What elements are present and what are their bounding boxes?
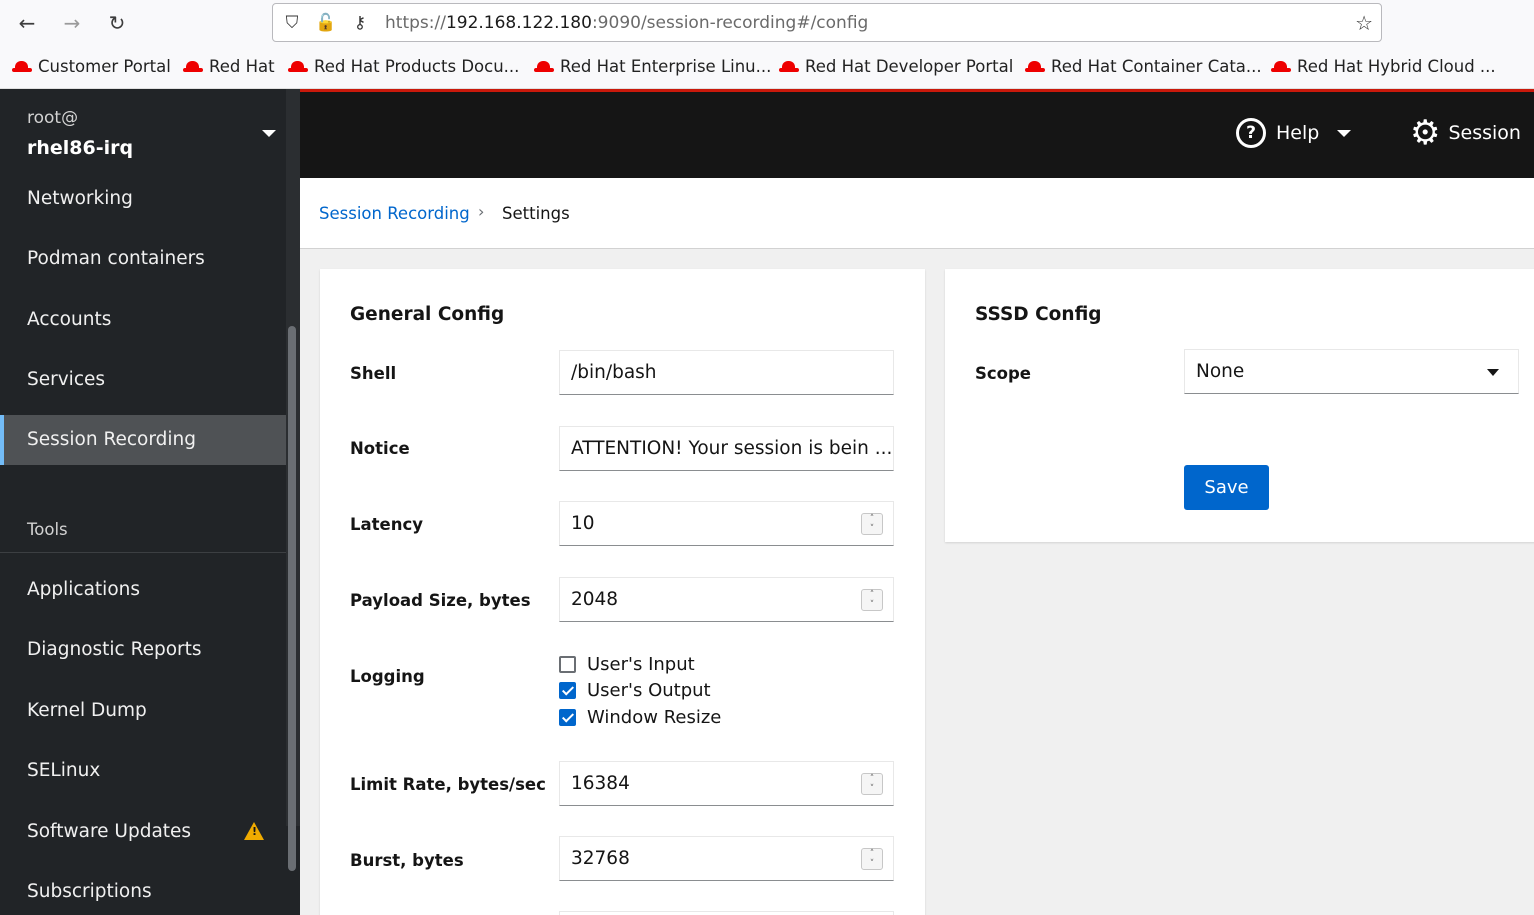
shell-input[interactable]: /bin/bash — [559, 350, 894, 395]
card-title: General Config — [350, 304, 505, 325]
url-text[interactable]: https://192.168.122.180:9090/session-rec… — [385, 13, 868, 33]
caret-down-icon[interactable] — [262, 130, 276, 137]
sidebar-item-applications[interactable]: Applications — [0, 565, 286, 615]
sidebar-item-software-updates[interactable]: Software Updates ! — [0, 807, 286, 857]
browser-toolbar: ← → ↻ ⛉ 🔓 ⚷ https://192.168.122.180:9090… — [0, 0, 1534, 46]
bookmark-item[interactable]: Customer Portal — [12, 57, 171, 76]
bookmark-item[interactable]: Red Hat Enterprise Linu... — [534, 57, 771, 76]
session-menu[interactable]: ⚙ Session — [1410, 113, 1521, 153]
tools-heading: Tools — [27, 520, 68, 539]
checkbox[interactable] — [559, 682, 576, 699]
help-menu[interactable]: ? Help — [1236, 118, 1352, 148]
session-label: Session — [1448, 122, 1521, 144]
forward-icon[interactable]: → — [59, 10, 85, 36]
bookmark-item[interactable]: Red Hat Developer Portal — [779, 57, 1013, 76]
chevron-right-icon: › — [478, 202, 485, 221]
sidebar-item-podman[interactable]: Podman containers — [0, 234, 286, 284]
sidebar-item-label: Software Updates — [27, 821, 192, 842]
scope-select[interactable]: None — [1184, 349, 1519, 394]
caret-down-icon — [1337, 129, 1352, 137]
payload-input[interactable]: 2048 ˄ ˅ — [559, 577, 894, 622]
redhat-icon — [12, 60, 32, 73]
breadcrumb-link-session-recording[interactable]: Session Recording — [319, 204, 470, 223]
sidebar-item-diagnostic-reports[interactable]: Diagnostic Reports — [0, 625, 286, 675]
help-label: Help — [1276, 122, 1320, 144]
redhat-icon — [288, 60, 308, 73]
lock-warning-icon[interactable]: 🔓 — [315, 12, 337, 34]
burst-value: 32768 — [571, 848, 630, 869]
latency-label: Latency — [350, 515, 424, 534]
reload-icon[interactable]: ↻ — [104, 10, 130, 36]
general-config-card: General Config Shell /bin/bash Notice AT… — [320, 269, 925, 915]
breadcrumb: Session Recording › Settings — [300, 178, 1534, 249]
logging-label: Logging — [350, 667, 425, 686]
bookmarks-bar: Customer Portal Red Hat Red Hat Products… — [0, 46, 1534, 89]
checkbox-label: Window Resize — [587, 707, 722, 728]
bookmark-item[interactable]: Red Hat Hybrid Cloud ... — [1271, 57, 1496, 76]
shield-icon[interactable]: ⛉ — [281, 12, 303, 34]
checkbox-label: User's Input — [587, 654, 695, 675]
sidebar-item-networking[interactable]: Networking — [0, 174, 286, 224]
burst-label: Burst, bytes — [350, 851, 464, 870]
warning-icon: ! — [244, 822, 264, 840]
checkbox-label: User's Output — [587, 680, 711, 701]
logging-window-resize[interactable]: Window Resize — [559, 707, 721, 728]
notice-input[interactable]: ATTENTION! Your session is bein ... — [559, 426, 894, 471]
divider — [0, 552, 286, 553]
spinner-icon[interactable]: ˄ ˅ — [861, 589, 883, 611]
logging-user-input[interactable]: User's Input — [559, 654, 695, 675]
latency-value: 10 — [571, 513, 595, 534]
redhat-icon — [183, 60, 203, 73]
redhat-icon — [534, 60, 554, 73]
scope-label: Scope — [975, 364, 1032, 383]
latency-input[interactable]: 10 ˄ ˅ — [559, 501, 894, 546]
burst-input[interactable]: 32768 ˄ ˅ — [559, 836, 894, 881]
card-title: SSSD Config — [975, 304, 1102, 325]
logging-user-output[interactable]: User's Output — [559, 680, 711, 701]
masthead: ? Help ⚙ Session — [300, 89, 1534, 178]
sidebar-item-services[interactable]: Services — [0, 355, 286, 405]
sidebar-item-accounts[interactable]: Accounts — [0, 295, 286, 345]
payload-label: Payload Size, bytes — [350, 591, 531, 610]
bookmark-item[interactable]: Red Hat — [183, 57, 275, 76]
next-input[interactable] — [559, 911, 894, 915]
redhat-icon — [1271, 60, 1291, 73]
shell-label: Shell — [350, 364, 397, 383]
host-name: rhel86-irq — [27, 137, 134, 159]
limit-rate-label: Limit Rate, bytes/sec — [350, 775, 546, 794]
redhat-icon — [779, 60, 799, 73]
spinner-icon[interactable]: ˄ ˅ — [861, 513, 883, 535]
gear-icon: ⚙ — [1410, 113, 1441, 153]
sssd-config-card: SSSD Config Scope None Save — [945, 269, 1534, 542]
sidebar-item-session-recording[interactable]: Session Recording — [0, 415, 286, 465]
limit-rate-value: 16384 — [571, 773, 630, 794]
sidebar-scrollbar-thumb[interactable] — [288, 326, 296, 871]
payload-value: 2048 — [571, 589, 619, 610]
key-icon[interactable]: ⚷ — [349, 12, 371, 34]
host-switcher[interactable]: root@ rhel86-irq — [0, 89, 300, 178]
host-user: root@ — [27, 108, 79, 128]
checkbox[interactable] — [559, 709, 576, 726]
bookmark-item[interactable]: Red Hat Products Docu... — [288, 57, 519, 76]
breadcrumb-current: Settings — [502, 204, 570, 223]
sidebar-item-kernel-dump[interactable]: Kernel Dump — [0, 686, 286, 736]
sidebar-item-selinux[interactable]: SELinux — [0, 746, 286, 796]
checkbox[interactable] — [559, 656, 576, 673]
notice-label: Notice — [350, 439, 410, 458]
save-button[interactable]: Save — [1184, 465, 1269, 510]
spinner-icon[interactable]: ˄ ˅ — [861, 773, 883, 795]
scope-value: None — [1196, 361, 1245, 382]
bookmark-item[interactable]: Red Hat Container Cata... — [1025, 57, 1262, 76]
caret-down-icon — [1487, 369, 1499, 376]
sidebar: root@ rhel86-irq Networking Podman conta… — [0, 89, 300, 915]
sidebar-item-subscriptions[interactable]: Subscriptions — [0, 867, 286, 915]
redhat-icon — [1025, 60, 1045, 73]
help-icon: ? — [1236, 118, 1266, 148]
limit-rate-input[interactable]: 16384 ˄ ˅ — [559, 761, 894, 806]
bookmark-star-icon[interactable]: ☆ — [1355, 11, 1373, 35]
back-icon[interactable]: ← — [14, 10, 40, 36]
url-bar[interactable]: ⛉ 🔓 ⚷ https://192.168.122.180:9090/sessi… — [272, 3, 1382, 42]
spinner-icon[interactable]: ˄ ˅ — [861, 848, 883, 870]
